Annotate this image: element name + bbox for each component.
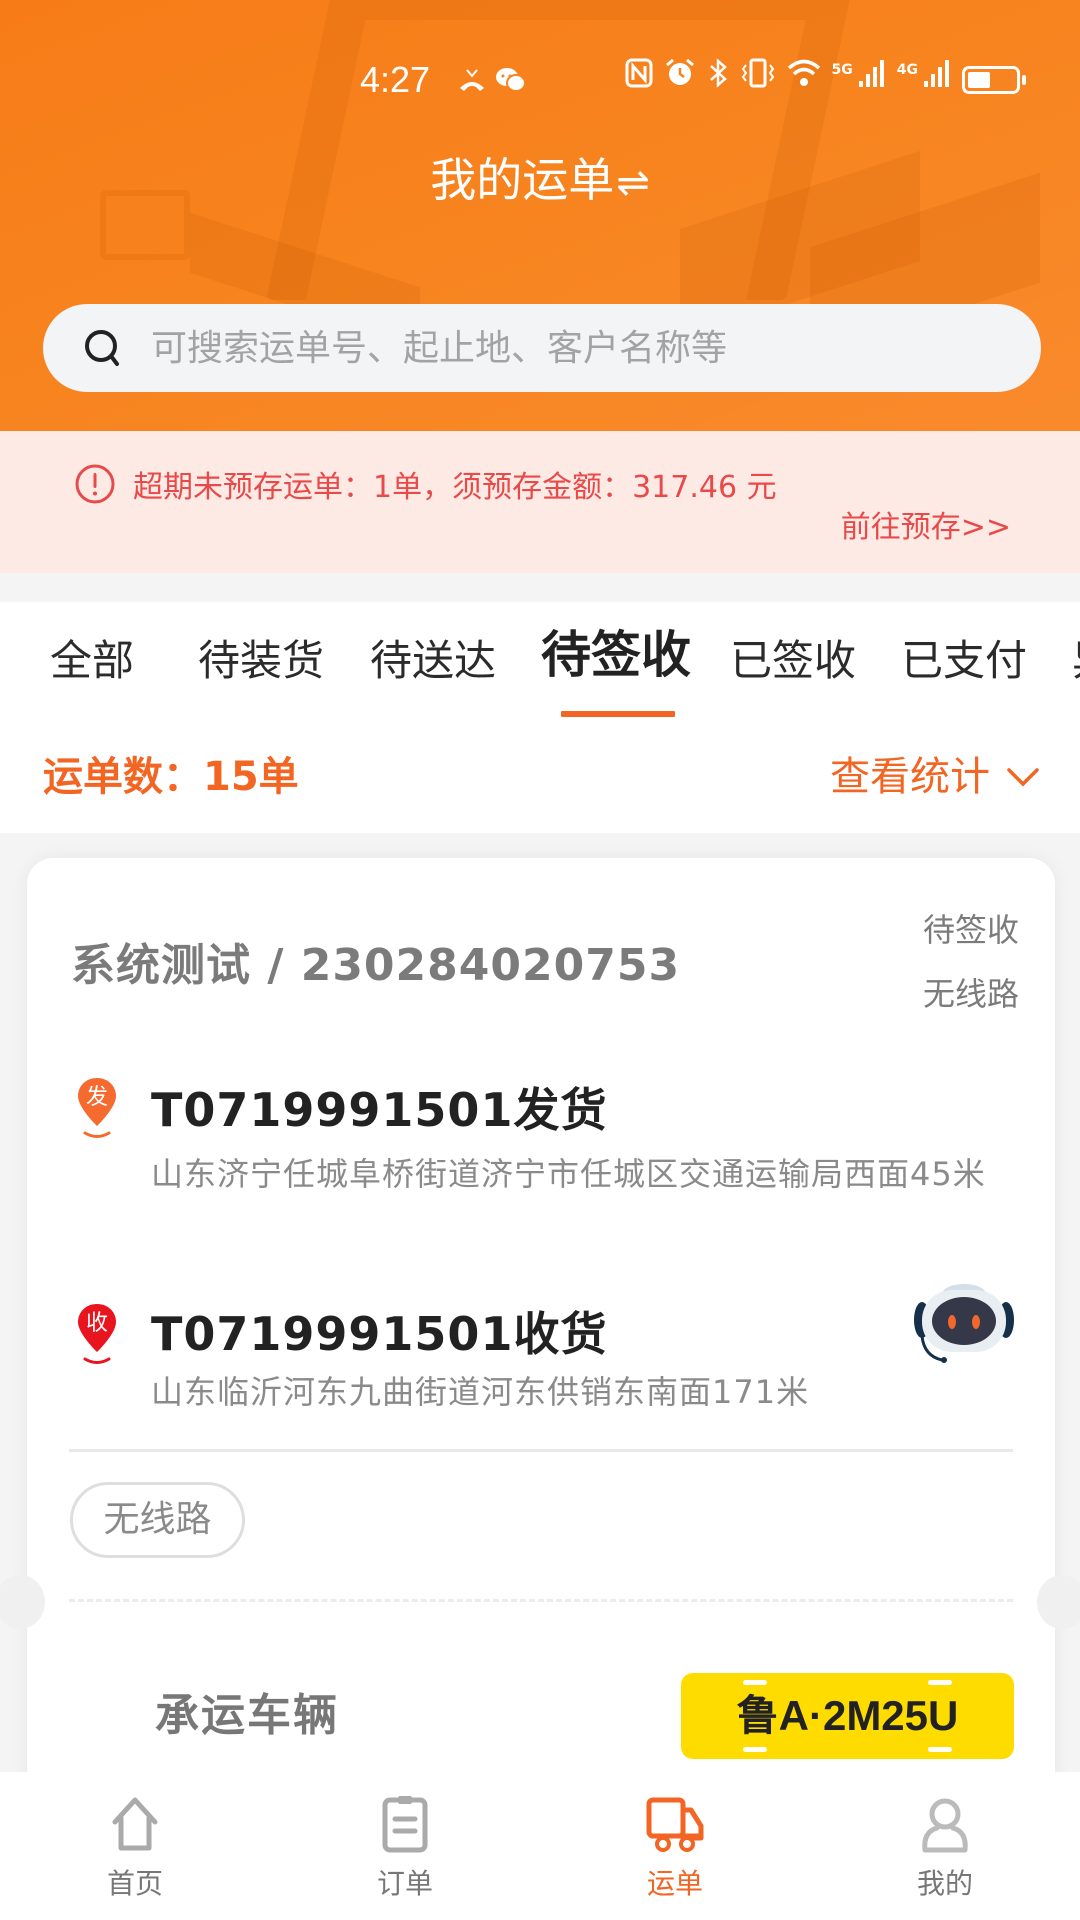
card-notch-right — [1037, 1575, 1080, 1629]
alarm-icon — [664, 57, 696, 103]
status-tabs-panel: 全部 待装货 待送达 待签收 已签收 已支付 异常 运单数：15单 查看统计 — [0, 602, 1080, 833]
network-4g-label: 4G — [896, 62, 918, 78]
card-notch-left — [0, 1575, 45, 1629]
view-stats-label: 查看统计 — [830, 754, 990, 800]
status-bar: 4:27 5G 4G — [0, 58, 1080, 102]
waybill-count: 运单数：15单 — [43, 754, 299, 800]
waybill-title: 系统测试 / 230284020753 — [71, 940, 681, 991]
signal-5g-icon — [857, 57, 887, 103]
card-divider — [69, 1449, 1013, 1452]
sender-badge-text: 发 — [86, 1085, 108, 1110]
nav-waybills[interactable]: 运单 — [540, 1772, 810, 1920]
alert-circle-icon — [75, 464, 115, 504]
nav-orders-label: 订单 — [376, 1867, 433, 1900]
carrier-vehicle-label: 承运车辆 — [155, 1690, 339, 1741]
search-bar[interactable] — [43, 304, 1041, 392]
sender-name: T0719991501发货 — [151, 1083, 608, 1137]
wechat-icon — [494, 64, 528, 96]
view-stats-button[interactable]: 查看统计 — [830, 752, 1040, 802]
bottom-navigation: 首页 订单 运单 我的 — [0, 1772, 1080, 1920]
status-time: 4:27 — [360, 59, 431, 100]
waybill-route-status: 无线路 — [922, 975, 1019, 1013]
plate-rivet — [743, 1680, 767, 1685]
battery-icon — [962, 66, 1026, 94]
tab-pending-loading[interactable]: 待装货 — [198, 636, 324, 686]
go-prestore-link[interactable]: 前往预存>> — [841, 508, 1011, 548]
nav-home[interactable]: 首页 — [0, 1772, 270, 1920]
receiver-address: 山东临沂河东九曲街道河东供销东南面171米 — [151, 1373, 810, 1411]
header: 4:27 5G 4G 我的运单⇌ 可搜索运单号、起止地、客户名称等 — [0, 0, 1080, 431]
receiver-badge-text: 收 — [86, 1311, 108, 1336]
license-plate: 鲁A·2M25U — [681, 1673, 1014, 1759]
nav-mine-label: 我的 — [916, 1867, 973, 1900]
license-plate-number: 鲁A·2M25U — [736, 1692, 959, 1739]
page-title[interactable]: 我的运单⇌ — [0, 150, 1080, 213]
route-tag: 无线路 — [70, 1482, 245, 1558]
plate-rivet — [743, 1747, 767, 1752]
search-icon — [85, 330, 119, 366]
clipboard-icon — [382, 1796, 428, 1853]
nav-orders[interactable]: 订单 — [270, 1772, 540, 1920]
nav-mine[interactable]: 我的 — [810, 1772, 1080, 1920]
tab-signed[interactable]: 已签收 — [730, 636, 856, 686]
page-title-text: 我的运单 — [430, 153, 615, 207]
alert-message: 超期未预存运单：1单，须预存金额：317.46 元 — [133, 470, 777, 505]
tab-all[interactable]: 全部 — [50, 636, 134, 686]
nav-waybills-label: 运单 — [646, 1867, 703, 1900]
network-5g-label: 5G — [831, 62, 853, 78]
sender-pin-icon: 发 — [78, 1078, 116, 1138]
home-icon — [112, 1797, 158, 1851]
swap-icon[interactable]: ⇌ — [616, 160, 650, 206]
active-tab-indicator — [561, 711, 675, 717]
user-icon — [922, 1798, 968, 1853]
wifi-icon — [786, 57, 822, 103]
receiver-name: T0719991501收货 — [151, 1307, 608, 1361]
missed-call-icon — [456, 64, 488, 96]
tab-pending-signing[interactable]: 待签收 — [541, 630, 691, 680]
robot-assistant-icon[interactable] — [902, 1276, 1022, 1376]
tab-pending-delivery[interactable]: 待送达 — [370, 636, 496, 686]
status-icons: 5G 4G — [624, 57, 1026, 103]
plate-rivet — [928, 1747, 952, 1752]
plate-rivet — [928, 1680, 952, 1685]
truck-icon — [646, 1797, 704, 1852]
tab-paid[interactable]: 已支付 — [901, 636, 1027, 686]
bluetooth-icon — [706, 57, 730, 103]
nav-home-label: 首页 — [106, 1867, 163, 1900]
signal-4g-icon — [922, 57, 952, 103]
chevron-down-icon — [1007, 768, 1039, 787]
card-dashed-divider — [69, 1599, 1013, 1602]
nfc-icon — [624, 57, 654, 103]
vibrate-icon — [740, 57, 776, 103]
tab-exception[interactable]: 异常 — [1072, 636, 1080, 686]
receiver-pin-icon: 收 — [78, 1304, 116, 1364]
waybill-card[interactable]: 系统测试 / 230284020753 待签收 无线路 发 T071999150… — [0, 858, 1080, 1858]
waybill-status: 待签收 — [922, 911, 1019, 949]
search-input[interactable] — [151, 304, 1011, 392]
sender-address: 山东济宁任城阜桥街道济宁市任城区交通运输局西面45米 — [151, 1155, 986, 1193]
